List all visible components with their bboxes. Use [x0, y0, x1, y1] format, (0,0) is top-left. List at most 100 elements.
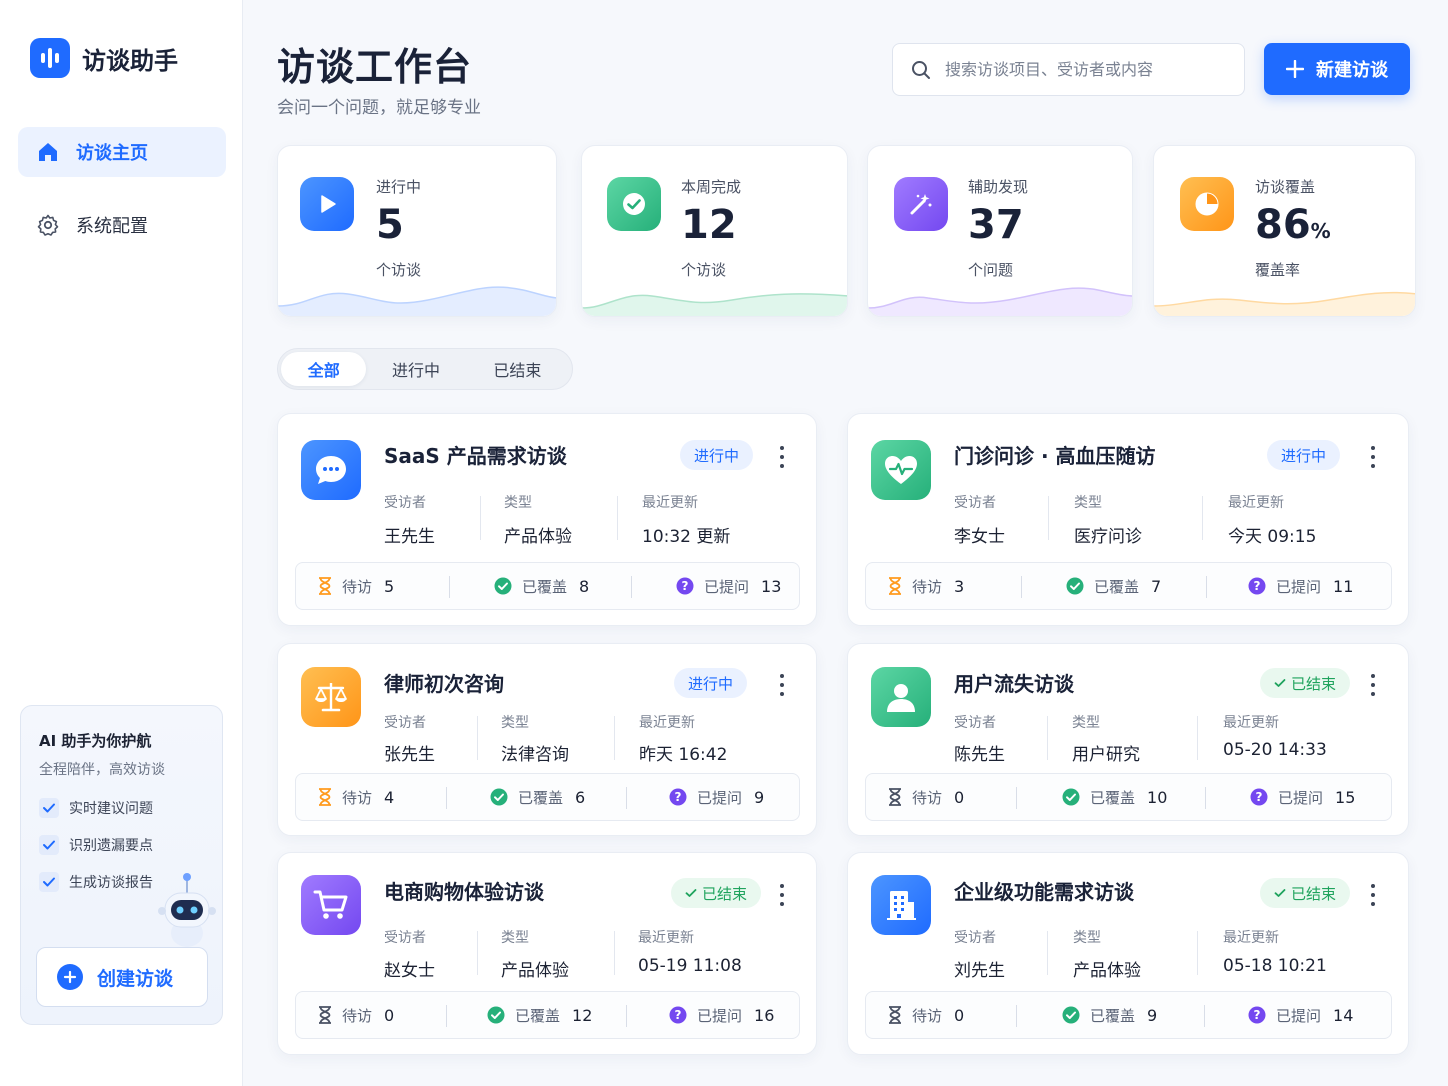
meta-updated: 最近更新 10:32 更新: [642, 495, 731, 547]
svg-text:?: ?: [682, 579, 689, 593]
divider: [1202, 496, 1203, 540]
meta-updated: 最近更新 05-20 14:33: [1223, 715, 1327, 760]
tab-all[interactable]: 全部: [281, 352, 367, 386]
interview-card[interactable]: SaaS 产品需求访谈 进行中 受访者 王先生 类型 产品体验 最近更新 10:32 …: [277, 413, 817, 626]
stat-value: 86%: [1255, 202, 1331, 248]
plus-icon: [1286, 60, 1304, 78]
search-icon: [912, 60, 930, 79]
meta-updated: 最近更新 今天 09:15: [1228, 495, 1317, 547]
more-options-icon[interactable]: [1368, 884, 1378, 906]
meta-interviewee: 受访者 王先生: [384, 495, 435, 547]
stat-asked: ? 已提问 16: [669, 1005, 774, 1026]
more-options-icon[interactable]: [777, 446, 787, 468]
question-circle-icon: ?: [669, 1006, 687, 1024]
hourglass-icon: [889, 577, 901, 595]
divider: [1047, 716, 1048, 760]
sidebar-item-label: 访谈主页: [76, 143, 148, 164]
svg-text:?: ?: [675, 790, 682, 804]
stat-covered: 已覆盖 7: [1066, 576, 1161, 597]
stat-value: 37: [968, 202, 1024, 248]
more-options-icon[interactable]: [1368, 446, 1378, 468]
search-input[interactable]: [945, 60, 1235, 79]
play-icon: [300, 177, 354, 231]
status-badge: 进行中: [1267, 440, 1341, 470]
tab-finished[interactable]: 已结束: [466, 352, 569, 386]
stat-pending: 待访 5: [318, 576, 394, 597]
new-interview-button[interactable]: 新建访谈: [1264, 43, 1410, 95]
stat-label: 访谈覆盖: [1255, 178, 1316, 196]
card-title: 律师初次咨询: [384, 672, 504, 696]
search-box[interactable]: [892, 43, 1245, 96]
card-stats-bar: 待访 0 已覆盖 10 ? 已提问 15: [865, 773, 1392, 821]
more-options-icon[interactable]: [1368, 674, 1378, 696]
assistant-feature: 识别遗漏要点: [39, 835, 153, 855]
assistant-feature: 实时建议问题: [39, 798, 153, 818]
card-stats-bar: 待访 3 已覆盖 7 ? 已提问 11: [865, 562, 1392, 610]
stat-covered: 已覆盖 12: [487, 1005, 592, 1026]
stat-asked: ? 已提问 13: [676, 576, 781, 597]
card-stats-bar: 待访 4 已覆盖 6 ? 已提问 9: [295, 773, 800, 821]
meta-interviewee: 受访者 陈先生: [954, 715, 1005, 765]
hourglass-icon: [319, 788, 331, 806]
interview-card[interactable]: 企业级功能需求访谈 已结束 受访者 刘先生 类型 产品体验 最近更新 05-18 10…: [847, 852, 1409, 1055]
wave-decoration: [582, 293, 847, 316]
divider: [477, 931, 478, 975]
divider: [1047, 931, 1048, 975]
stat-pending: 待访 4: [318, 787, 394, 808]
meta-type: 类型 医疗问诊: [1074, 495, 1142, 547]
divider: [480, 496, 481, 540]
card-stats-bar: 待访 0 已覆盖 9 ? 已提问 14: [865, 991, 1392, 1039]
check-circle-icon: [1062, 1006, 1080, 1024]
card-stats-bar: 待访 0 已覆盖 12 ? 已提问 16: [295, 991, 800, 1039]
user-icon: [871, 667, 931, 727]
status-badge: 已结束: [671, 878, 762, 908]
create-interview-button[interactable]: 创建访谈: [36, 947, 208, 1007]
svg-text:?: ?: [675, 1008, 682, 1022]
stat-value: 12: [681, 202, 737, 248]
divider: [1197, 931, 1198, 975]
sidebar-item-home[interactable]: 访谈主页: [18, 127, 226, 177]
tab-ongoing[interactable]: 进行中: [366, 352, 465, 386]
stat-pending: 待访 0: [888, 787, 964, 808]
status-badge: 已结束: [1260, 878, 1351, 908]
wave-decoration: [278, 286, 556, 316]
interview-card[interactable]: 律师初次咨询 进行中 受访者 张先生 类型 法律咨询 最近更新 昨天 16:42 待访…: [277, 643, 817, 836]
check-icon: [1274, 889, 1286, 897]
interview-card[interactable]: 电商购物体验访谈 已结束 受访者 赵女士 类型 产品体验 最近更新 05-19 11:…: [277, 852, 817, 1055]
stat-pending: 待访 0: [318, 1005, 394, 1026]
meta-updated: 最近更新 昨天 16:42: [639, 715, 728, 765]
assistant-feature: 生成访谈报告: [39, 872, 153, 892]
ai-assistant-panel: AI 助手为你护航 全程陪伴，高效访谈 实时建议问题 识别遗漏要点 生成访谈报告: [20, 705, 223, 1025]
magic-wand-icon: [894, 177, 948, 231]
sidebar-item-settings[interactable]: 系统配置: [18, 200, 226, 250]
more-options-icon[interactable]: [777, 674, 787, 696]
check-circle-icon: [607, 177, 661, 231]
interview-card[interactable]: 用户流失访谈 已结束 受访者 陈先生 类型 用户研究 最近更新 05-20 14:33…: [847, 643, 1409, 836]
stat-asked: ? 已提问 14: [1248, 1005, 1353, 1026]
hourglass-icon: [319, 577, 331, 595]
more-options-icon[interactable]: [777, 884, 787, 906]
hourglass-icon: [319, 1006, 331, 1024]
stat-asked: ? 已提问 9: [669, 787, 764, 808]
assistant-subtitle: 全程陪伴，高效访谈: [39, 762, 165, 778]
stat-card-findings: 辅助发现 37 个问题: [867, 145, 1133, 317]
card-title: SaaS 产品需求访谈: [384, 444, 567, 468]
brand[interactable]: 访谈助手: [30, 38, 178, 78]
plus-icon: [57, 964, 83, 990]
stat-covered: 已覆盖 9: [1062, 1005, 1157, 1026]
interview-card[interactable]: 门诊问诊 · 高血压随访 进行中 受访者 李女士 类型 医疗问诊 最近更新 今天 09…: [847, 413, 1409, 626]
card-title: 用户流失访谈: [954, 672, 1074, 696]
divider: [477, 716, 478, 760]
status-badge: 进行中: [674, 668, 748, 698]
page-subtitle: 会问一个问题，就足够专业: [277, 98, 481, 118]
question-circle-icon: ?: [1248, 1006, 1266, 1024]
question-circle-icon: ?: [669, 788, 687, 806]
svg-text:?: ?: [1254, 579, 1261, 593]
robot-icon: [158, 873, 216, 947]
divider: [617, 496, 618, 540]
check-circle-icon: [490, 788, 508, 806]
sidebar: 访谈助手 访谈主页 系统配置 AI 助手为你护航 全程陪伴，高效访谈 实时建议问…: [0, 0, 243, 1086]
stat-asked: ? 已提问 15: [1250, 787, 1355, 808]
question-circle-icon: ?: [1250, 788, 1268, 806]
card-title: 电商购物体验访谈: [384, 880, 544, 904]
